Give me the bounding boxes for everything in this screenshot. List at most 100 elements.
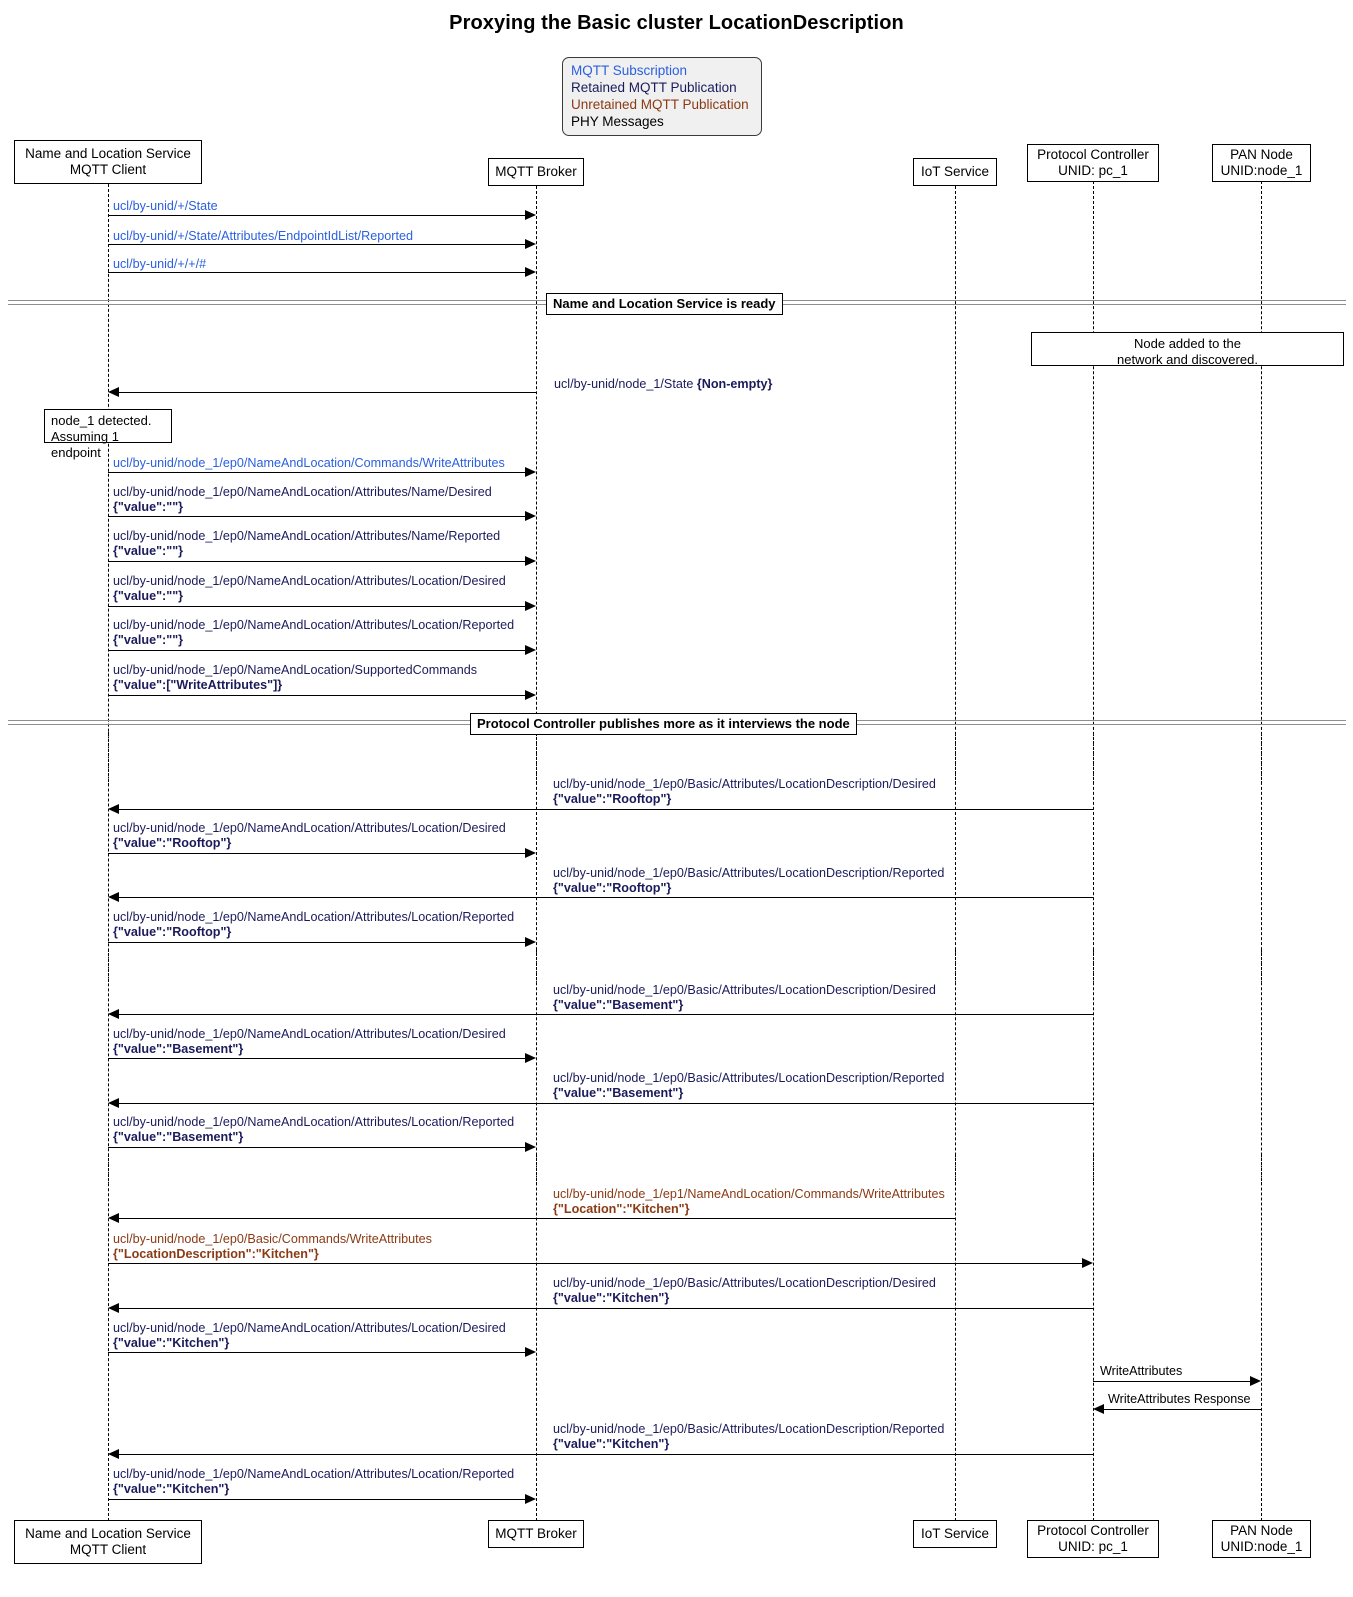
lifeline-segment-pc xyxy=(1093,732,1094,784)
message-line-9 xyxy=(108,695,526,696)
message-label-24: ucl/by-unid/node_1/ep0/Basic/Attributes/… xyxy=(553,1422,945,1451)
arrow-right-icon xyxy=(525,239,536,249)
arrow-right-icon xyxy=(525,1142,536,1152)
message-line-24 xyxy=(115,1454,1093,1455)
arrow-right-icon xyxy=(525,1347,536,1357)
arrow-right-icon xyxy=(525,267,536,277)
lifeline-pan xyxy=(1261,181,1262,1521)
arrow-left-icon xyxy=(108,1303,119,1313)
arrow-right-icon xyxy=(525,645,536,655)
participant-header-pc: Protocol Controller UNID: pc_1 xyxy=(1027,144,1159,182)
message-line-12 xyxy=(115,897,1093,898)
lifeline-segment-iot xyxy=(955,732,956,784)
lifeline-broker xyxy=(536,186,537,1521)
arrow-left-icon xyxy=(108,387,119,397)
message-label-18: ucl/by-unid/node_1/ep1/NameAndLocation/C… xyxy=(553,1187,945,1216)
participant-pan-line1: PAN Node xyxy=(1230,147,1293,162)
participant-pan-line2-footer: UNID:node_1 xyxy=(1220,1539,1303,1554)
message-line-4 xyxy=(108,472,526,473)
participant-header-iot: IoT Service xyxy=(913,158,997,186)
arrow-left-icon xyxy=(108,892,119,902)
message-label-12: ucl/by-unid/node_1/ep0/Basic/Attributes/… xyxy=(553,866,945,895)
message-label-2: ucl/by-unid/+/+/# xyxy=(113,257,207,271)
divider-label-1: Protocol Controller publishes more as it… xyxy=(470,713,857,735)
message-line-13 xyxy=(108,942,526,943)
arrow-right-icon xyxy=(525,1494,536,1504)
participant-pc-line1-footer: Protocol Controller xyxy=(1037,1523,1149,1538)
message-label-10: ucl/by-unid/node_1/ep0/Basic/Attributes/… xyxy=(553,777,936,806)
participant-pan-line2: UNID:node_1 xyxy=(1220,163,1303,178)
participant-pc-line2-footer: UNID: pc_1 xyxy=(1058,1539,1128,1554)
participant-footer-broker: MQTT Broker xyxy=(488,1520,584,1548)
participant-nls-line1-footer: Name and Location Service xyxy=(25,1526,191,1541)
lifeline-segment-pan-2 xyxy=(1261,950,1262,982)
arrow-left-icon xyxy=(108,1213,119,1223)
arrow-right-icon xyxy=(525,690,536,700)
participant-broker-line1: MQTT Broker xyxy=(495,164,577,179)
participant-iot-line1-footer: IoT Service xyxy=(920,1526,990,1541)
participant-header-pan: PAN Node UNID:node_1 xyxy=(1212,144,1311,182)
participant-pc-line2: UNID: pc_1 xyxy=(1058,163,1128,178)
message-label-21: ucl/by-unid/node_1/ep0/NameAndLocation/A… xyxy=(113,1321,506,1350)
message-label-4: ucl/by-unid/node_1/ep0/NameAndLocation/C… xyxy=(113,456,505,470)
legend-item-retained: Retained MQTT Publication xyxy=(571,80,737,95)
message-line-22 xyxy=(1093,1381,1250,1382)
lifeline-segment-broker-3 xyxy=(536,1155,537,1185)
message-line-19 xyxy=(108,1263,1086,1264)
message-line-0 xyxy=(108,215,526,216)
message-line-18 xyxy=(115,1218,955,1219)
participant-footer-iot: IoT Service xyxy=(913,1520,997,1548)
lifeline-segment-pan-3 xyxy=(1261,1155,1262,1185)
participant-footer-pc: Protocol Controller UNID: pc_1 xyxy=(1027,1520,1159,1558)
participant-pan-line1-footer: PAN Node xyxy=(1230,1523,1293,1538)
participant-nls-line2: MQTT Client xyxy=(69,162,147,177)
message-label-3: ucl/by-unid/node_1/State {Non-empty} xyxy=(554,377,773,391)
message-label-22: WriteAttributes xyxy=(1100,1364,1183,1378)
arrow-right-icon xyxy=(1250,1376,1261,1386)
lifeline-segment-pc-2 xyxy=(1093,950,1094,982)
message-label-7: ucl/by-unid/node_1/ep0/NameAndLocation/A… xyxy=(113,574,506,603)
legend-item-phy: PHY Messages xyxy=(571,114,664,129)
participant-nls-line2-footer: MQTT Client xyxy=(69,1542,147,1557)
lifeline-segment-pan xyxy=(1261,732,1262,784)
lifeline-segment-broker-2 xyxy=(536,950,537,982)
message-label-0: ucl/by-unid/+/State xyxy=(113,199,218,213)
legend-box: MQTT Subscription Retained MQTT Publicat… xyxy=(562,57,762,136)
message-line-23 xyxy=(1100,1409,1261,1410)
message-label-1: ucl/by-unid/+/State/Attributes/EndpointI… xyxy=(113,229,413,243)
message-label-11: ucl/by-unid/node_1/ep0/NameAndLocation/A… xyxy=(113,821,506,850)
participant-nls-line1: Name and Location Service xyxy=(25,146,191,161)
page-title: Proxying the Basic cluster LocationDescr… xyxy=(449,12,904,34)
lifeline-iot xyxy=(955,186,956,1521)
message-line-16 xyxy=(115,1103,1093,1104)
lifeline-segment-iot-3 xyxy=(955,1155,956,1185)
lifeline-segment-pc-3 xyxy=(1093,1155,1094,1185)
participant-iot-line1: IoT Service xyxy=(920,164,990,179)
message-label-9: ucl/by-unid/node_1/ep0/NameAndLocation/S… xyxy=(113,663,478,692)
message-label-25: ucl/by-unid/node_1/ep0/NameAndLocation/A… xyxy=(113,1467,515,1496)
arrow-right-icon xyxy=(525,210,536,220)
message-label-16: ucl/by-unid/node_1/ep0/Basic/Attributes/… xyxy=(553,1071,945,1100)
message-label-19: ucl/by-unid/node_1/ep0/Basic/Commands/Wr… xyxy=(113,1232,432,1261)
message-line-21 xyxy=(108,1352,526,1353)
participant-pc-line1: Protocol Controller xyxy=(1037,147,1149,162)
arrow-left-icon xyxy=(108,1098,119,1108)
lifeline-pc xyxy=(1093,181,1094,1521)
arrow-left-icon xyxy=(108,1009,119,1019)
message-line-15 xyxy=(108,1058,526,1059)
message-line-6 xyxy=(108,561,526,562)
divider-label-0: Name and Location Service is ready xyxy=(546,293,783,315)
message-label-6: ucl/by-unid/node_1/ep0/NameAndLocation/A… xyxy=(113,529,501,558)
message-line-20 xyxy=(115,1308,1093,1309)
arrow-left-icon xyxy=(108,1449,119,1459)
message-label-20: ucl/by-unid/node_1/ep0/Basic/Attributes/… xyxy=(553,1276,936,1305)
message-label-8: ucl/by-unid/node_1/ep0/NameAndLocation/A… xyxy=(113,618,515,647)
message-line-7 xyxy=(108,606,526,607)
note-node-added: Node added to the network and discovered… xyxy=(1031,332,1344,367)
arrow-right-icon xyxy=(525,601,536,611)
sequence-diagram-canvas: Proxying the Basic cluster LocationDescr… xyxy=(0,0,1353,1597)
message-line-10 xyxy=(115,809,1093,810)
arrow-right-icon xyxy=(525,848,536,858)
arrow-right-icon xyxy=(525,511,536,521)
message-label-13: ucl/by-unid/node_1/ep0/NameAndLocation/A… xyxy=(113,910,515,939)
